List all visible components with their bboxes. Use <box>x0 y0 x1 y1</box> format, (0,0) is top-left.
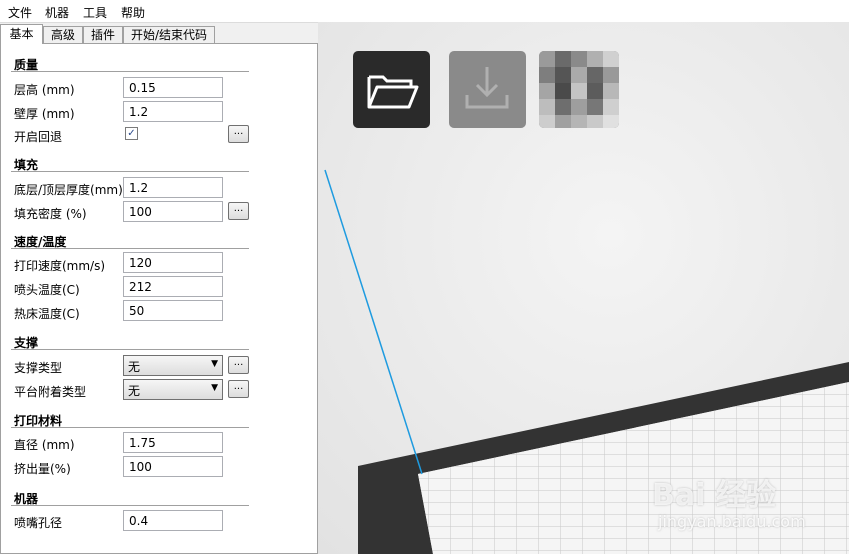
baidu-watermark-url: jingyan.baidu.com <box>658 512 806 531</box>
print-speed-label: 打印速度(mm/s) <box>14 259 106 273</box>
flow-label: 挤出量(%) <box>14 462 71 476</box>
shell-thickness-label: 壁厚 (mm) <box>14 107 75 121</box>
bed-temperature-label: 热床温度(C) <box>14 307 80 321</box>
filament-diameter-label: 直径 (mm) <box>14 438 75 452</box>
fill-density-label: 填充密度 (%) <box>14 207 87 221</box>
save-gcode-button[interactable] <box>449 51 526 128</box>
section-divider <box>11 171 249 172</box>
tab-basic[interactable]: 基本 <box>0 24 43 44</box>
retraction-label: 开启回退 <box>14 130 63 144</box>
support-settings-button[interactable]: ... <box>228 356 249 374</box>
download-icon <box>465 67 509 109</box>
nozzle-size-input[interactable] <box>123 510 223 531</box>
filament-diameter-input[interactable] <box>123 432 223 453</box>
tab-advanced[interactable]: 高级 <box>43 26 83 43</box>
menu-machine[interactable]: 机器 <box>45 4 69 21</box>
menu-bar: 文件 机器 工具 帮助 <box>0 0 849 23</box>
support-type-select[interactable]: 无 ▼ <box>123 355 223 376</box>
nozzle-temperature-label: 喷头温度(C) <box>14 283 80 297</box>
print-speed-input[interactable] <box>123 252 223 273</box>
platform-adhesion-value: 无 <box>128 384 141 398</box>
platform-adhesion-select[interactable]: 无 ▼ <box>123 379 223 400</box>
chevron-down-icon: ▼ <box>211 359 218 369</box>
view-mode-button[interactable] <box>539 51 619 128</box>
layer-height-label: 层高 (mm) <box>14 83 75 97</box>
tab-plugins[interactable]: 插件 <box>83 26 123 43</box>
section-divider <box>11 505 249 506</box>
menu-file[interactable]: 文件 <box>8 4 32 21</box>
baidu-watermark: Bai 经验 <box>652 478 776 513</box>
menu-help[interactable]: 帮助 <box>121 4 145 21</box>
section-divider <box>11 427 249 428</box>
nozzle-temperature-input[interactable] <box>123 276 223 297</box>
bottom-top-thickness-input[interactable] <box>123 177 223 198</box>
section-divider <box>11 349 249 350</box>
settings-tabs: 基本 高级 插件 开始/结束代码 <box>0 24 320 44</box>
fill-settings-button[interactable]: ... <box>228 202 249 220</box>
retraction-checkbox[interactable]: ✓ <box>125 127 138 140</box>
support-type-value: 无 <box>128 360 141 374</box>
support-type-label: 支撑类型 <box>14 361 63 375</box>
build-volume-edge <box>324 169 423 475</box>
layer-height-input[interactable] <box>123 77 223 98</box>
menu-tools[interactable]: 工具 <box>83 4 107 21</box>
fill-density-input[interactable] <box>123 201 223 222</box>
chevron-down-icon: ▼ <box>211 383 218 393</box>
flow-input[interactable] <box>123 456 223 477</box>
settings-panel: 质量 层高 (mm) 壁厚 (mm) 开启回退 ✓ ... 填充 底层/顶层厚度… <box>0 43 318 554</box>
platform-adhesion-label: 平台附着类型 <box>14 385 87 399</box>
bottom-top-thickness-label: 底层/顶层厚度(mm) <box>14 183 123 197</box>
load-model-button[interactable] <box>353 51 430 128</box>
section-divider <box>11 71 249 72</box>
folder-open-icon <box>367 75 419 109</box>
adhesion-settings-button[interactable]: ... <box>228 380 249 398</box>
nozzle-size-label: 喷嘴孔径 <box>14 516 63 530</box>
section-divider <box>11 248 249 249</box>
retraction-settings-button[interactable]: ... <box>228 125 249 143</box>
bed-temperature-input[interactable] <box>123 300 223 321</box>
pixelated-icon <box>539 51 619 128</box>
shell-thickness-input[interactable] <box>123 101 223 122</box>
tab-start-end-gcode[interactable]: 开始/结束代码 <box>123 26 215 43</box>
